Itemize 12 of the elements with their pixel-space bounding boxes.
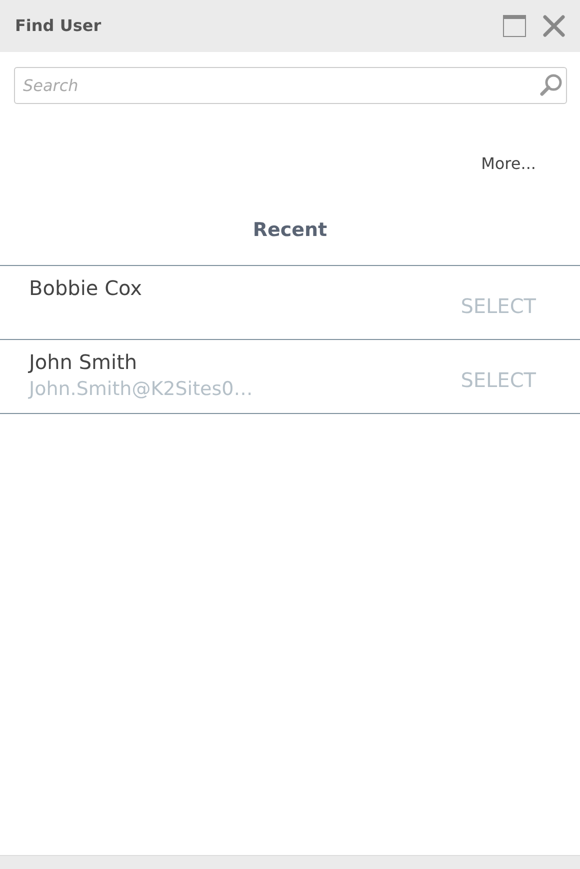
search-field[interactable]: Search <box>14 67 567 104</box>
user-name: Bobbie Cox <box>29 274 142 302</box>
select-button[interactable]: SELECT <box>460 291 536 321</box>
more-link[interactable]: More... <box>481 152 536 176</box>
search-icon <box>539 73 563 97</box>
maximize-button[interactable] <box>503 15 526 37</box>
user-email: John.Smith@K2Sites0… <box>29 376 253 402</box>
window-title: Find User <box>15 15 102 37</box>
section-title: Recent <box>252 218 328 243</box>
user-name: John Smith <box>29 348 138 376</box>
close-button[interactable] <box>542 14 566 38</box>
select-button[interactable]: SELECT <box>460 365 536 395</box>
